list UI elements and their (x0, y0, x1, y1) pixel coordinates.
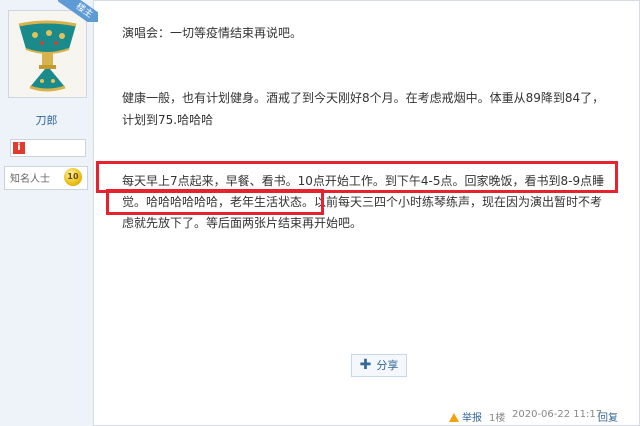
post-paragraph: 演唱会：一切等疫情结束再说吧。 (122, 26, 303, 40)
rank-label: 知名人士 (10, 174, 50, 185)
level-bar: i (10, 139, 86, 157)
info-icon[interactable]: i (13, 142, 25, 154)
post-paragraph: 觉。哈哈哈哈哈哈，老年生活状态。以前每天三四个小时练琴练声，现在因为演出暂时不考 (122, 195, 603, 209)
op-badge-label: 楼主 (58, 0, 98, 22)
rank-medal-icon: 10 (64, 168, 82, 186)
post-content: 演唱会：一切等疫情结束再说吧。 健康一般，也有计划健身。酒戒了到今天刚好8个月。… (94, 0, 640, 426)
reply-link[interactable]: 回复 (598, 409, 618, 424)
post-footer: 举报 1楼 2020-06-22 11:17 回复 (94, 407, 640, 426)
username-link[interactable]: 刀郎 (0, 112, 93, 128)
post-timestamp: 2020-06-22 11:17 (512, 409, 603, 420)
op-badge: 楼主 (58, 0, 98, 22)
share-button[interactable]: ✚ 分享 (351, 354, 407, 377)
goblet-image (9, 11, 86, 97)
warning-icon (449, 413, 459, 422)
post-paragraph: 计划到75.哈哈哈 (122, 113, 214, 127)
post-paragraph: 虑就先放下了。等后面两张片结束再开始吧。 (122, 216, 363, 230)
share-label: 分享 (376, 359, 399, 372)
author-sidebar: 楼主 刀郎 i 知名人士 10 (0, 0, 98, 426)
avatar[interactable] (8, 10, 87, 98)
report-label: 举报 (462, 413, 482, 424)
post-paragraph: 健康一般，也有计划健身。酒戒了到今天刚好8个月。在考虑戒烟中。体重从89降到84… (122, 91, 605, 105)
post-paragraph: 每天早上7点起来，早餐、看书。10点开始工作。到下午4-5点。回家晚饭，看书到8… (122, 174, 605, 188)
rank-box: 知名人士 10 (4, 166, 88, 190)
floor-number: 1楼 (489, 413, 506, 424)
plus-icon: ✚ (359, 357, 372, 373)
report-link[interactable]: 举报 (449, 409, 482, 424)
